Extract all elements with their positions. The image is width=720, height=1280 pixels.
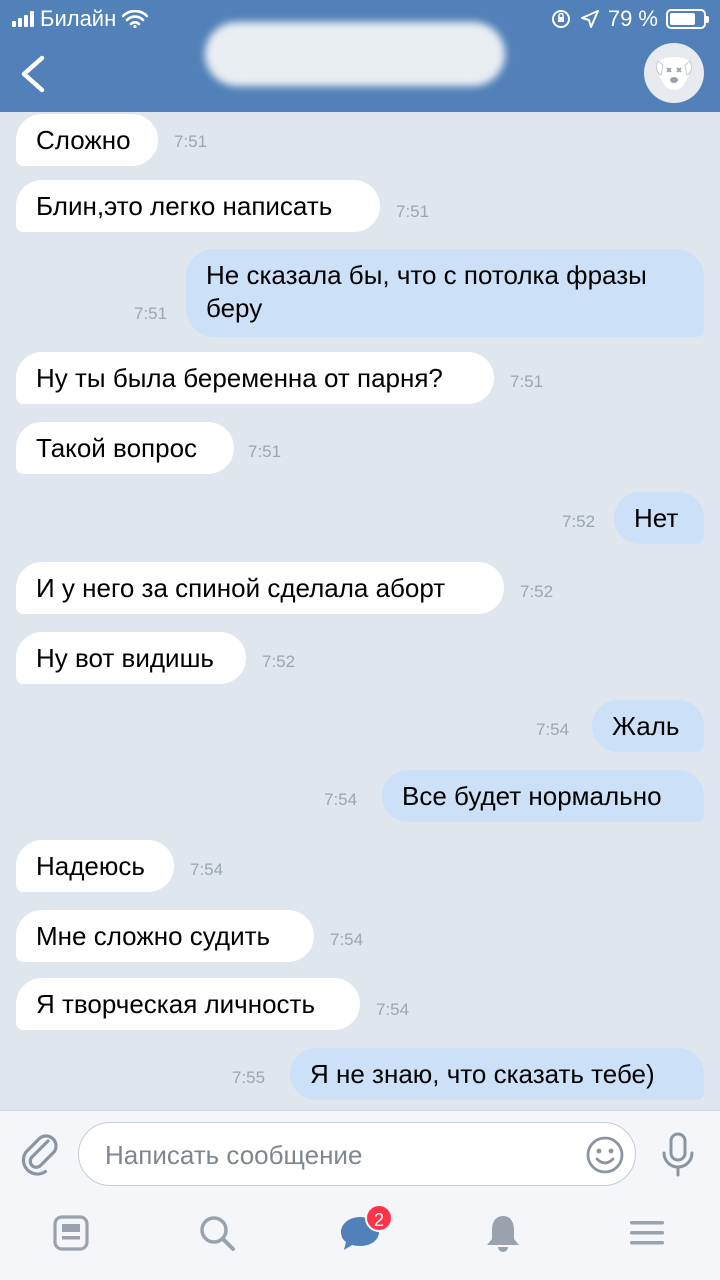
status-right: 79 % <box>550 6 709 32</box>
attach-button[interactable] <box>20 1131 60 1177</box>
newsfeed-icon <box>53 1215 89 1251</box>
message-bubble[interactable]: Жаль <box>592 700 704 752</box>
message-bubble[interactable]: Ну ты была беременна от парня? <box>16 352 494 404</box>
conversation-title-redacted[interactable] <box>205 22 505 86</box>
message-input-box[interactable] <box>78 1122 636 1186</box>
bell-icon <box>487 1216 519 1252</box>
message-bubble[interactable]: И у него за спиной сделала аборт <box>16 562 504 614</box>
message-time: 7:54 <box>324 790 358 809</box>
message-bubble[interactable]: Я не знаю, что сказать тебе) <box>290 1048 704 1100</box>
message-bubble[interactable]: Сложно <box>16 114 158 166</box>
message-time: 7:52 <box>262 652 296 671</box>
message-bubble[interactable]: Надеюсь <box>16 840 174 892</box>
message-time: 7:52 <box>520 582 554 601</box>
tab-notifications[interactable] <box>478 1208 528 1258</box>
battery-icon <box>666 9 709 29</box>
tab-bar: 2 <box>0 1196 720 1280</box>
message-bubble[interactable]: Ну вот видишь <box>16 632 246 684</box>
message-bubble[interactable]: Не сказала бы, что с потолка фразы беру <box>186 249 704 337</box>
paperclip-icon <box>21 1134 58 1176</box>
battery-level <box>670 13 696 25</box>
message-bubble[interactable]: Все будет нормально <box>382 770 704 822</box>
battery-percent: 79 % <box>607 6 658 31</box>
signal-icon <box>12 11 34 27</box>
message-time: 7:51 <box>248 442 282 461</box>
hamburger-menu-icon <box>630 1221 664 1245</box>
carrier-name: Билайн <box>40 6 117 31</box>
message-bubble[interactable]: Нет <box>614 492 704 544</box>
message-time: 7:51 <box>396 202 430 221</box>
tab-search[interactable] <box>192 1208 242 1258</box>
message-time: 7:51 <box>134 304 168 323</box>
avatar[interactable] <box>644 43 704 103</box>
unread-badge: 2 <box>365 1204 393 1232</box>
microphone-button[interactable] <box>660 1131 696 1179</box>
wifi-icon <box>122 10 149 28</box>
dog-avatar-icon <box>656 57 692 90</box>
message-time: 7:55 <box>232 1068 266 1087</box>
chat-header: Билайн 79 % <box>0 0 720 112</box>
tab-news[interactable] <box>46 1208 96 1258</box>
carrier-group: Билайн <box>12 6 149 32</box>
message-time: 7:54 <box>536 720 570 739</box>
message-time: 7:52 <box>562 512 596 531</box>
tab-messages[interactable]: 2 <box>335 1204 393 1258</box>
message-time: 7:54 <box>190 860 224 879</box>
message-bubble[interactable]: Мне сложно судить <box>16 910 314 962</box>
message-time: 7:54 <box>330 930 364 949</box>
location-arrow-icon <box>580 10 599 28</box>
message-bubble[interactable]: Я творческая личность <box>16 978 360 1030</box>
back-button[interactable] <box>14 52 54 96</box>
message-list[interactable]: Сложно 7:51 Блин,это легко написать 7:51 Не … <box>0 112 720 1110</box>
message-bubble[interactable]: Такой вопрос <box>16 422 234 474</box>
message-time: 7:54 <box>376 1000 410 1019</box>
message-input[interactable] <box>105 1137 585 1173</box>
chevron-left-icon <box>21 55 45 93</box>
emoji-button[interactable] <box>585 1135 625 1175</box>
composer <box>0 1110 720 1196</box>
message-time: 7:51 <box>510 372 544 391</box>
search-icon <box>200 1216 235 1251</box>
tab-menu[interactable] <box>622 1208 672 1258</box>
message-bubble[interactable]: Блин,это легко написать <box>16 180 380 232</box>
orientation-lock-icon <box>551 10 570 28</box>
message-time: 7:51 <box>174 132 208 151</box>
